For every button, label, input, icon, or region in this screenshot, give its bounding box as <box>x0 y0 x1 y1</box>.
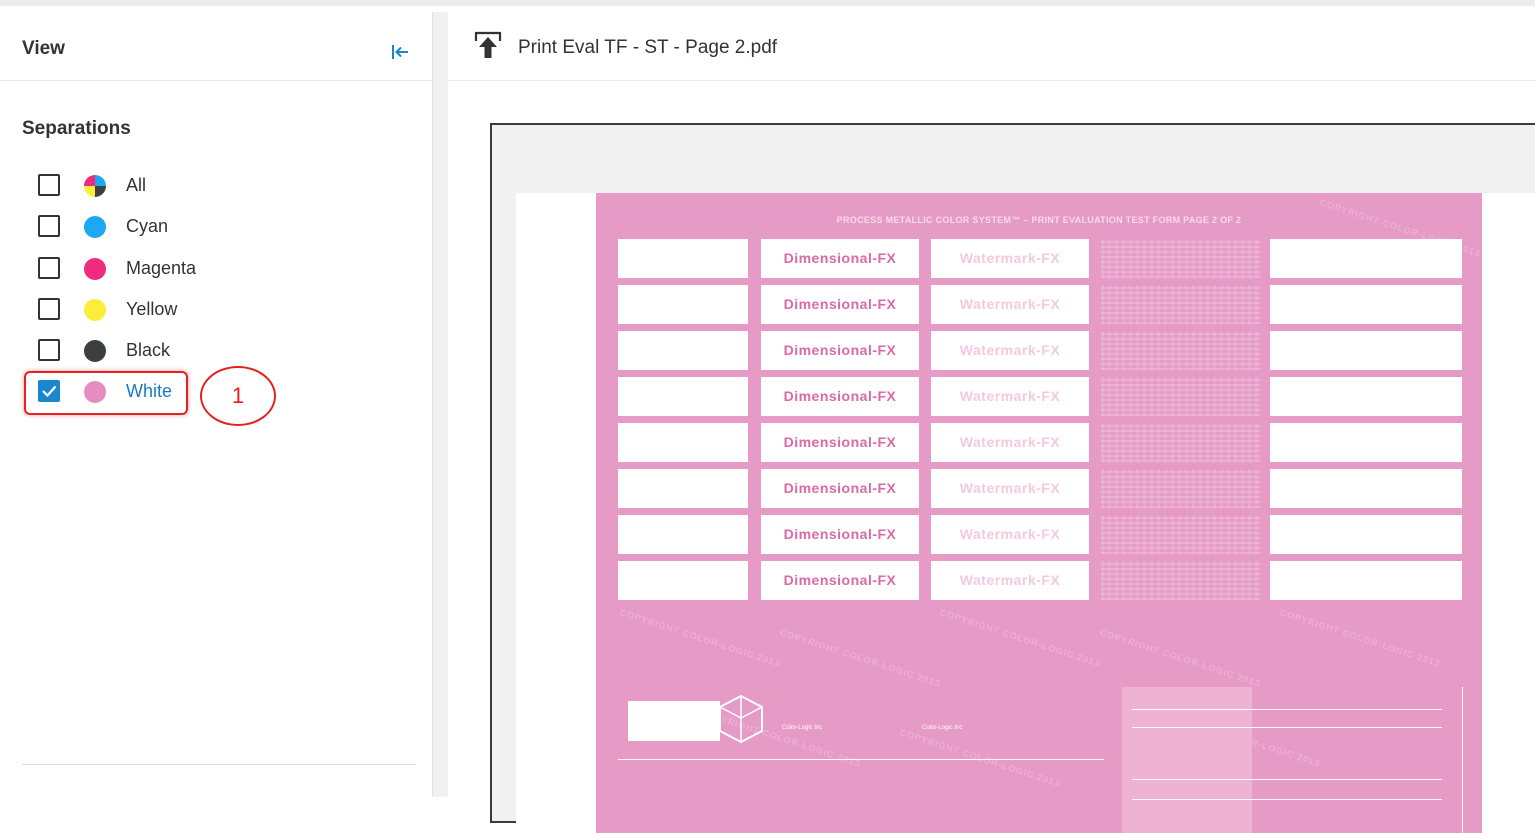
blank-patch <box>618 561 748 600</box>
watermark-fx-patch: Watermark-FX <box>931 561 1089 600</box>
blank-patch <box>1270 331 1462 370</box>
texture-patch <box>1101 561 1261 600</box>
signature-line <box>1132 799 1442 800</box>
blank-patch <box>1270 515 1462 554</box>
viewer-divider <box>448 80 1535 81</box>
signature-line <box>1132 709 1442 710</box>
separation-label-cyan: Cyan <box>126 216 169 236</box>
dimensional-fx-patch: Dimensional-FX <box>761 515 919 554</box>
blank-patch <box>618 515 748 554</box>
all-checkbox[interactable] <box>38 174 60 196</box>
test-form-sheet: PROCESS METALLIC COLOR SYSTEM™ – PRINT E… <box>596 193 1482 833</box>
yellow-color-icon <box>84 299 106 321</box>
separation-item-all[interactable]: All <box>38 172 218 202</box>
signature-line <box>1132 727 1442 728</box>
signature-line <box>1132 779 1442 780</box>
white-selection-highlight <box>24 371 188 415</box>
blank-patch <box>1270 423 1462 462</box>
blank-patch <box>618 469 748 508</box>
texture-patch <box>1101 423 1261 462</box>
blank-patch <box>1270 469 1462 508</box>
dimensional-fx-patch: Dimensional-FX <box>761 331 919 370</box>
separation-label-magenta: Magenta <box>126 258 197 278</box>
copyright-watermark: COPYRIGHT COLOR-LOGIC 2013 <box>778 627 942 689</box>
separation-label-yellow: Yellow <box>126 299 178 319</box>
copyright-watermark: COPYRIGHT COLOR-LOGIC 2013 <box>1278 607 1442 669</box>
blank-patch <box>1270 285 1462 324</box>
dimensional-fx-patch: Dimensional-FX <box>761 285 919 324</box>
watermark-fx-patch: Watermark-FX <box>931 239 1089 278</box>
black-color-icon <box>84 340 106 362</box>
watermark-fx-patch: Watermark-FX <box>931 377 1089 416</box>
blank-patch <box>1270 377 1462 416</box>
watermark-fx-patch: Watermark-FX <box>931 285 1089 324</box>
all-colors-icon <box>84 175 106 197</box>
dimensional-fx-patch: Dimensional-FX <box>761 377 919 416</box>
panel-title: View <box>22 38 65 59</box>
separation-label-all: All <box>126 175 147 195</box>
footer-company-left: Color-Logic Inc <box>782 725 823 731</box>
watermark-fx-patch: Watermark-FX <box>931 423 1089 462</box>
separations-heading: Separations <box>22 118 131 139</box>
copyright-watermark: COPYRIGHT COLOR-LOGIC 2013 <box>618 607 782 669</box>
texture-patch <box>1101 239 1261 278</box>
dimensional-fx-patch: Dimensional-FX <box>761 561 919 600</box>
watermark-fx-patch: Watermark-FX <box>931 331 1089 370</box>
magenta-checkbox[interactable] <box>38 257 60 279</box>
footer-blank-patch <box>628 701 720 741</box>
document-filename: Print Eval TF - ST - Page 2.pdf <box>518 37 778 58</box>
footer-vertical-rule <box>1462 687 1463 833</box>
texture-patch <box>1101 469 1261 508</box>
document-page: PROCESS METALLIC COLOR SYSTEM™ – PRINT E… <box>516 193 1535 833</box>
dimensional-fx-patch: Dimensional-FX <box>761 469 919 508</box>
blank-patch <box>618 331 748 370</box>
cyan-color-icon <box>84 216 106 238</box>
footer-rule <box>618 759 1104 760</box>
panel-resize-handle[interactable] <box>432 12 449 797</box>
separation-item-magenta[interactable]: Magenta <box>38 255 218 285</box>
view-panel: View Separations All Cyan Magenta Yellow… <box>0 6 432 797</box>
blank-patch <box>618 285 748 324</box>
magenta-color-icon <box>84 258 106 280</box>
separation-item-cyan[interactable]: Cyan <box>38 213 218 243</box>
watermark-fx-patch: Watermark-FX <box>931 515 1089 554</box>
document-viewer: Print Eval TF - ST - Page 2.pdf PROCESS … <box>448 6 1535 833</box>
separation-label-black: Black <box>126 340 171 360</box>
copyright-watermark: COPYRIGHT COLOR-LOGIC 2013 <box>1098 627 1262 689</box>
blank-patch <box>1270 561 1462 600</box>
document-canvas[interactable]: PROCESS METALLIC COLOR SYSTEM™ – PRINT E… <box>490 123 1535 833</box>
collapse-panel-icon[interactable] <box>390 42 410 62</box>
texture-patch <box>1101 515 1261 554</box>
dimensional-fx-patch: Dimensional-FX <box>761 239 919 278</box>
blank-patch <box>618 423 748 462</box>
blank-patch <box>618 377 748 416</box>
texture-patch <box>1101 331 1261 370</box>
panel-divider <box>0 80 432 81</box>
texture-patch <box>1101 285 1261 324</box>
callout-number: 1 <box>231 383 245 408</box>
panel-bottom-divider <box>22 764 416 765</box>
annotation-callout: 1 <box>200 366 276 426</box>
yellow-checkbox[interactable] <box>38 298 60 320</box>
upload-icon[interactable] <box>474 30 502 60</box>
color-logic-logo <box>716 693 766 745</box>
copyright-watermark: COPYRIGHT COLOR-LOGIC 2013 <box>898 727 1062 789</box>
copyright-watermark: COPYRIGHT COLOR-LOGIC 2013 <box>938 607 1102 669</box>
dimensional-fx-patch: Dimensional-FX <box>761 423 919 462</box>
footer-company-mid: Color-Logic Inc <box>922 725 963 731</box>
separation-item-yellow[interactable]: Yellow <box>38 296 218 326</box>
blank-patch <box>618 239 748 278</box>
black-checkbox[interactable] <box>38 339 60 361</box>
blank-patch <box>1270 239 1462 278</box>
texture-patch <box>1101 377 1261 416</box>
cyan-checkbox[interactable] <box>38 215 60 237</box>
watermark-fx-patch: Watermark-FX <box>931 469 1089 508</box>
separation-item-black[interactable]: Black <box>38 337 218 367</box>
